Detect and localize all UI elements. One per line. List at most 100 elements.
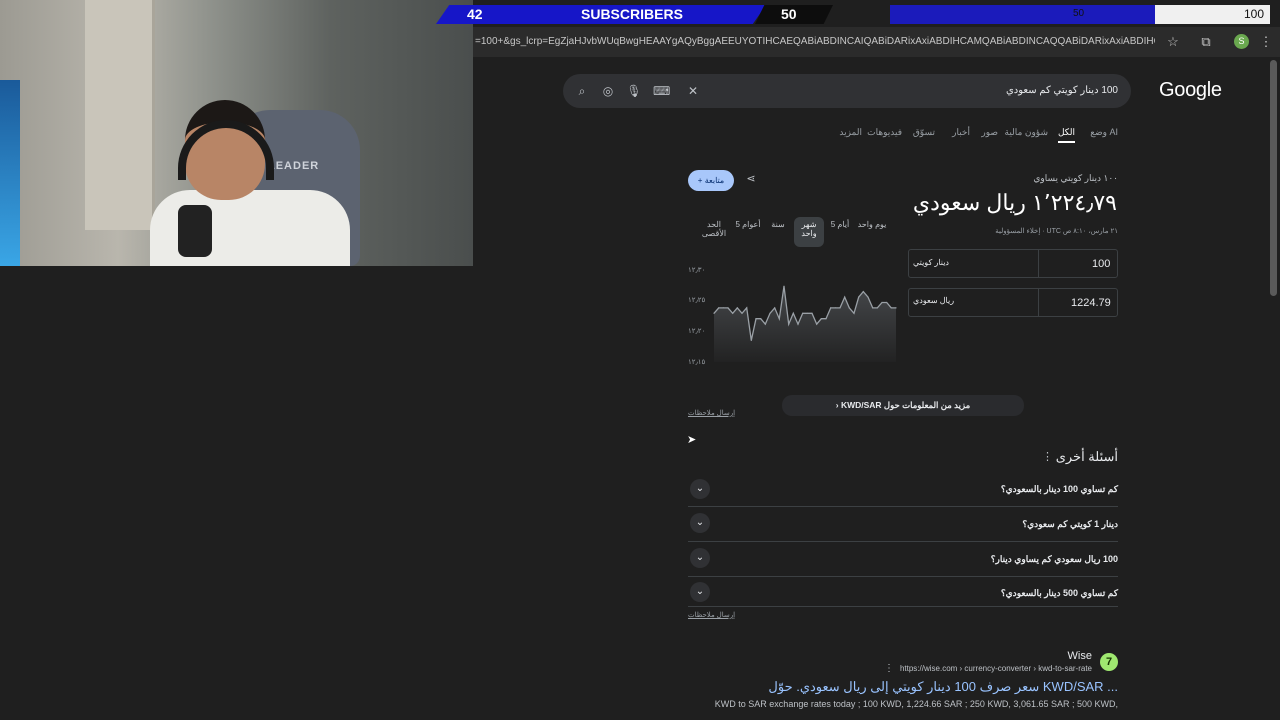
more-info-label: مزيد من المعلومات حول KWD/SAR bbox=[840, 400, 971, 410]
search-icon[interactable]: ⌕ bbox=[574, 83, 590, 99]
chart-point bbox=[727, 307, 729, 309]
range-5d[interactable]: 5 أيام bbox=[827, 220, 853, 229]
chart-point bbox=[825, 318, 827, 320]
paa-feedback-link[interactable]: إرسال ملاحظات bbox=[688, 611, 735, 619]
tab-images[interactable]: صور bbox=[981, 127, 998, 138]
tab-news[interactable]: أخبار bbox=[952, 127, 970, 138]
tab-finance[interactable]: شؤون مالية bbox=[1005, 127, 1049, 138]
chart-point bbox=[774, 307, 776, 309]
chart-point bbox=[722, 307, 724, 309]
paa-question[interactable]: كم تساوي 100 دينار بالسعودي؟ bbox=[1001, 484, 1118, 495]
chart-point bbox=[858, 296, 860, 298]
chart-point bbox=[746, 307, 748, 309]
divider bbox=[688, 506, 1118, 507]
chevron-down-icon[interactable]: ⌄ bbox=[690, 479, 710, 499]
range-max[interactable]: الحد الأقصى bbox=[700, 220, 728, 238]
kebab-icon[interactable]: ⋮ bbox=[1257, 33, 1275, 51]
chart-point bbox=[806, 312, 808, 314]
chart-point bbox=[830, 307, 832, 309]
to-divider bbox=[1038, 288, 1039, 317]
follow-button[interactable]: + متابعة bbox=[688, 170, 734, 191]
chart-point bbox=[876, 307, 878, 309]
chart-point bbox=[820, 318, 822, 320]
google-logo[interactable]: Google bbox=[1159, 79, 1222, 102]
chart-point bbox=[788, 323, 790, 325]
chart-point bbox=[741, 312, 743, 314]
chart-point bbox=[844, 296, 846, 298]
chart-point bbox=[778, 318, 780, 320]
chart-point bbox=[732, 312, 734, 314]
microphone bbox=[178, 205, 212, 257]
more-info-button[interactable]: مزيد من المعلومات حول KWD/SAR ‹ bbox=[782, 395, 1024, 416]
chevron-down-icon[interactable]: ⌄ bbox=[690, 582, 710, 602]
chart-point bbox=[811, 312, 813, 314]
chart-ytick: ١٢٫٢٥ bbox=[688, 297, 706, 304]
range-1d[interactable]: يوم واحد bbox=[857, 220, 887, 229]
star-icon[interactable]: ☆ bbox=[1164, 33, 1182, 51]
converter-timestamp[interactable]: ٢١ مارس، ٨:١٠ ص UTC · إخلاء المسؤولية bbox=[995, 227, 1118, 235]
chevron-down-icon[interactable]: ⌄ bbox=[690, 513, 710, 533]
result-site-name[interactable]: Wise bbox=[1068, 650, 1092, 662]
feedback-link[interactable]: إرسال ملاحظات bbox=[688, 409, 735, 417]
page-scrollbar[interactable] bbox=[1270, 60, 1277, 296]
chart-point bbox=[713, 312, 715, 314]
exchange-rate-chart[interactable] bbox=[712, 262, 898, 366]
mic-icon[interactable]: 🎙 bbox=[626, 83, 642, 99]
chart-point bbox=[848, 307, 850, 309]
paa-question[interactable]: دينار 1 كويتي كم سعودي؟ bbox=[1022, 519, 1118, 530]
chart-point bbox=[769, 312, 771, 314]
chart-point bbox=[802, 312, 804, 314]
chart-point bbox=[792, 312, 794, 314]
lens-icon[interactable]: ◎ bbox=[600, 83, 616, 99]
chart-point bbox=[890, 307, 892, 309]
google-results-page bbox=[473, 57, 1280, 720]
tab-more[interactable]: المزيد bbox=[839, 127, 862, 138]
chart-point bbox=[853, 312, 855, 314]
paa-question[interactable]: 100 ريال سعودي كم يساوي دينار؟ bbox=[991, 554, 1118, 565]
range-5y[interactable]: 5 أعوام bbox=[733, 220, 763, 229]
follow-label: متابعة bbox=[704, 176, 725, 185]
result-snippet: KWD to SAR exchange rates today ; 100 KW… bbox=[714, 699, 1118, 709]
wise-favicon[interactable]: 7 bbox=[1100, 653, 1118, 671]
paa-question[interactable]: كم تساوي 500 دينار بالسعودي؟ bbox=[1001, 588, 1118, 599]
tab-shopping[interactable]: تسوّق bbox=[913, 127, 935, 138]
profile-avatar[interactable]: S bbox=[1234, 34, 1249, 49]
chart-point bbox=[881, 301, 883, 304]
chevron-down-icon[interactable]: ⌄ bbox=[690, 548, 710, 568]
result-breadcrumb[interactable]: https://wise.com › currency-converter › … bbox=[900, 664, 1092, 673]
chart-point bbox=[816, 323, 818, 325]
paa-menu-icon[interactable]: ⋮ bbox=[1042, 450, 1053, 463]
goal-bar-value: 100 bbox=[1244, 7, 1265, 21]
webcam-overlay: LEADER bbox=[0, 0, 473, 266]
puzzle-icon[interactable]: ⧉ bbox=[1197, 33, 1215, 51]
from-value[interactable]: 100 bbox=[1092, 258, 1110, 270]
chart-point bbox=[764, 323, 766, 325]
chart-point bbox=[736, 307, 738, 309]
to-unit-select[interactable]: ريال سعودي bbox=[913, 296, 954, 305]
range-1m[interactable]: شهر واحد bbox=[794, 217, 824, 247]
goal-bar bbox=[890, 5, 1155, 24]
to-value[interactable]: 1224.79 bbox=[1071, 297, 1111, 309]
result-title-link[interactable]: سعر صرف 100 دينار كويتي إلى ريال سعودي. … bbox=[768, 679, 1118, 695]
share-icon[interactable]: ⋖ bbox=[742, 172, 760, 190]
chart-point bbox=[760, 318, 762, 320]
divider bbox=[688, 541, 1118, 542]
tab-ai-mode[interactable]: وضع AI bbox=[1090, 127, 1118, 138]
tab-videos[interactable]: فيديوهات bbox=[867, 127, 902, 138]
chart-point bbox=[867, 296, 869, 298]
mouse-cursor: ➤ bbox=[687, 434, 697, 446]
address-bar[interactable]: =100+&gs_lcrp=EgZjaHJvbWUqBwgHEAAYgAQyBg… bbox=[475, 36, 1155, 47]
result-menu-icon[interactable]: ⋮ bbox=[884, 663, 894, 674]
clear-icon[interactable]: ✕ bbox=[685, 83, 701, 99]
from-divider bbox=[1038, 249, 1039, 278]
keyboard-icon[interactable]: ⌨ bbox=[653, 83, 670, 99]
tab-all[interactable]: الكل bbox=[1057, 127, 1075, 143]
converter-subtitle: ١٠٠ دينار كويتي يساوي bbox=[1033, 173, 1118, 183]
from-unit-select[interactable]: دينار كويتي bbox=[913, 258, 949, 267]
divider bbox=[688, 606, 1118, 607]
search-query[interactable]: 100 دينار كويتي كم سعودي bbox=[1006, 85, 1118, 96]
range-1y[interactable]: سنة bbox=[768, 220, 788, 229]
subscriber-count: 42 bbox=[467, 6, 483, 22]
chart-point bbox=[834, 307, 836, 309]
webcam-led-panel bbox=[0, 80, 20, 266]
